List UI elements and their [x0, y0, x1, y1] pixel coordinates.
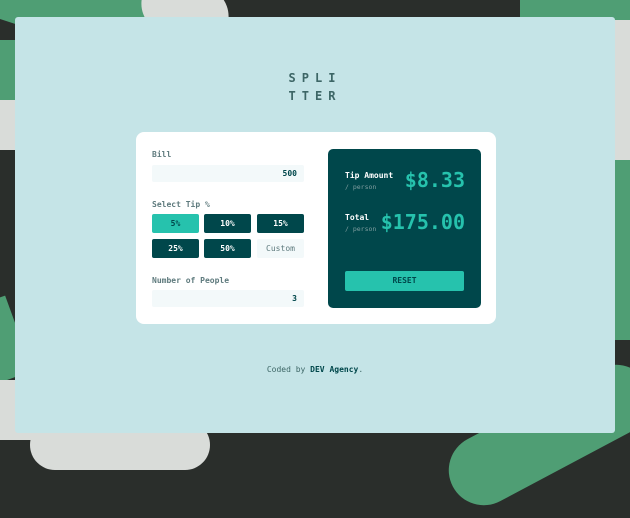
tip-amount-per-person: / person — [345, 183, 377, 191]
total-value: $175.00 — [380, 210, 465, 234]
tip-button-50[interactable]: 50% — [204, 239, 251, 258]
tip-button-10[interactable]: 10% — [204, 214, 251, 233]
tip-button-5[interactable]: 5% — [152, 214, 199, 233]
app-window: SPLI TTER Bill 500 Select Tip % 5% 10% 1… — [15, 17, 615, 433]
people-input[interactable]: 3 — [152, 290, 304, 307]
bill-label: Bill — [152, 150, 172, 159]
tip-button-25[interactable]: 25% — [152, 239, 199, 258]
tip-amount-value: $8.33 — [404, 168, 465, 192]
logo: SPLI TTER — [15, 69, 615, 105]
attribution-prefix: Coded by — [266, 365, 306, 374]
attribution-link[interactable]: DEV Agency — [310, 365, 358, 374]
people-label: Number of People — [152, 276, 230, 285]
calculator-card: Bill 500 Select Tip % 5% 10% 15% 25% 50%… — [136, 132, 496, 324]
reset-button[interactable]: RESET — [345, 271, 464, 291]
custom-tip-input[interactable]: Custom — [257, 239, 304, 258]
total-title: Total — [345, 213, 370, 222]
result-panel: Tip Amount / person $8.33 Total / person… — [328, 149, 481, 308]
attribution-suffix: . — [358, 365, 364, 374]
total-per-person: / person — [345, 225, 377, 233]
select-tip-label: Select Tip % — [152, 200, 210, 209]
attribution: Coded by DEV Agency. — [15, 365, 615, 374]
logo-line-1: SPLI — [288, 71, 342, 85]
tip-amount-title: Tip Amount — [345, 171, 394, 180]
logo-line-2: TTER — [288, 89, 342, 103]
background-shape — [0, 40, 15, 100]
bill-input[interactable]: 500 — [152, 165, 304, 182]
tip-button-15[interactable]: 15% — [257, 214, 304, 233]
